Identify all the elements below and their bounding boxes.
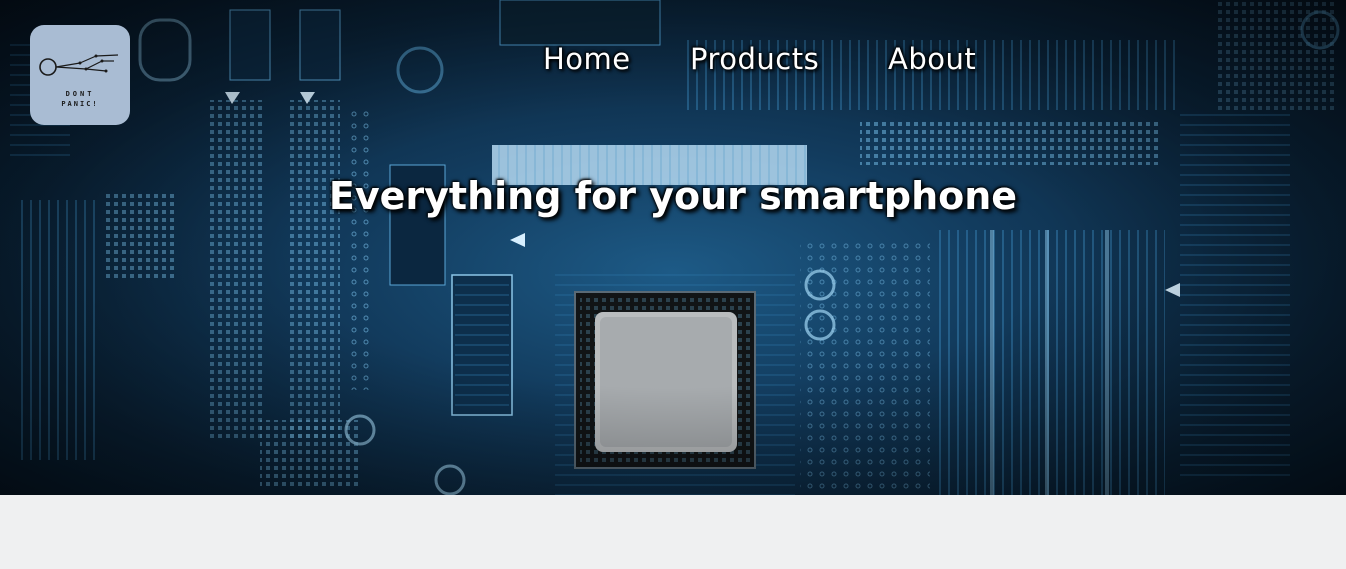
content-area [0,495,1346,569]
hero-banner: DONT PANIC! Home Products About Everythi… [0,0,1346,495]
hero-headline: Everything for your smartphone [328,174,1018,218]
logo-text-line1: DONT [65,90,95,98]
nav-link-about[interactable]: About [888,42,976,76]
nav-link-products[interactable]: Products [690,42,819,76]
main-navigation: Home Products About [0,42,1346,82]
nav-link-home[interactable]: Home [543,42,631,76]
logo-text-line2: PANIC! [61,100,99,108]
